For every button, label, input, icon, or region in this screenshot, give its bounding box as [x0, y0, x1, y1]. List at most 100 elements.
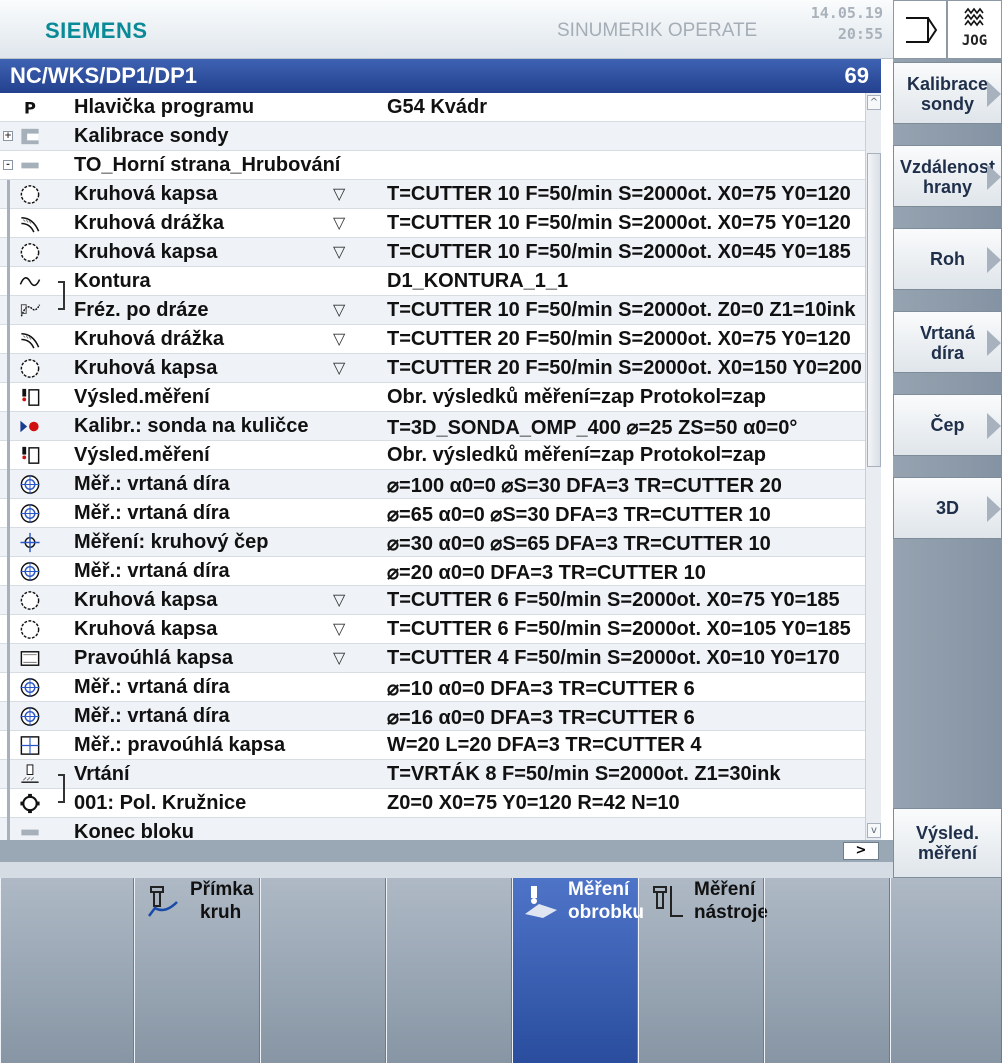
softkey-empty-3[interactable]: [386, 878, 512, 1063]
label-line: Měření: [568, 879, 630, 900]
block-icon: [18, 125, 42, 148]
softkey-empty-5[interactable]: [890, 878, 1002, 1063]
drilling-icon: [18, 763, 42, 786]
circular-pocket-icon: [18, 589, 42, 612]
jog-mode-button[interactable]: JOG: [947, 0, 1002, 59]
program-step-row[interactable]: Kruhová kapsa ▽ T=CUTTER 20 F=50/min S=200…: [0, 354, 865, 383]
program-step-row[interactable]: Pravoúhlá kapsa ▽ T=CUTTER 4 F=50/min S=20…: [0, 644, 865, 673]
step-name: Výsled.měření: [74, 386, 210, 408]
program-step-row[interactable]: Fréz. po dráze ▽ T=CUTTER 10 F=50/min S=20…: [0, 296, 865, 325]
measure-result-icon: [18, 386, 42, 409]
scroll-up-button[interactable]: ^: [867, 95, 881, 110]
tool-measure-icon: [653, 886, 683, 917]
measure-bore-icon: [18, 560, 42, 583]
softkey-label: díra: [930, 343, 964, 363]
submenu-arrow-icon: [987, 413, 1001, 439]
vertical-scrollbar[interactable]: ^ v: [865, 93, 881, 840]
probe-ball-icon: [18, 415, 42, 438]
jog-label: JOG: [961, 33, 988, 49]
softkey-measure-result[interactable]: Výsled. měření: [893, 808, 1002, 878]
program-step-row[interactable]: Kruhová kapsa ▽ T=CUTTER 10 F=50/min S=200…: [0, 238, 865, 267]
program-step-row[interactable]: 001: Pol. Kružnice Z0=0 X0=75 Y0=120 R=42…: [0, 789, 865, 818]
program-step-row[interactable]: Kruhová kapsa ▽ T=CUTTER 10 F=50/min S=200…: [0, 180, 865, 209]
step-name: Měř.: vrtaná díra: [74, 560, 230, 582]
softkey-probe-calibration[interactable]: Kalibrace sondy: [893, 62, 1002, 124]
step-parameters: T=CUTTER 4 F=50/min S=2000ot. X0=10 Y0=1…: [387, 647, 840, 669]
expand-triangle-icon[interactable]: ▽: [333, 213, 345, 233]
program-step-row[interactable]: Kruhová drážka ▽ T=CUTTER 20 F=50/min S=20…: [0, 325, 865, 354]
step-name: Měř.: pravoúhlá kapsa: [74, 734, 286, 756]
expand-triangle-icon[interactable]: ▽: [333, 329, 345, 349]
program-step-row[interactable]: P Hlavička programu G54 Kvádr: [0, 93, 865, 122]
program-step-row[interactable]: Měř.: vrtaná díra ⌀=20 α0=0 DFA=3 TR=CUTT…: [0, 557, 865, 586]
program-step-row[interactable]: Kalibr.: sonda na kuličce T=3D_SONDA_OMP_…: [0, 412, 865, 441]
program-step-row[interactable]: Měř.: vrtaná díra ⌀=100 α0=0 ⌀S=30 DFA=3 …: [0, 470, 865, 499]
program-step-row[interactable]: Měř.: vrtaná díra ⌀=16 α0=0 DFA=3 TR=CUTT…: [0, 702, 865, 731]
softkey-spigot[interactable]: Čep: [893, 394, 1002, 456]
softkey-line-circle[interactable]: Přímka kruh: [134, 878, 260, 1063]
step-name: Kruhová kapsa: [74, 183, 218, 205]
softkey-3d[interactable]: 3D: [893, 477, 1002, 539]
program-step-row[interactable]: - TO_Horní strana_Hrubování: [0, 151, 865, 180]
step-parameters: T=CUTTER 10 F=50/min S=2000ot. Z0=0 Z1=1…: [387, 299, 856, 321]
softkey-empty-1[interactable]: [0, 878, 134, 1063]
siemens-logo: SIEMENS: [45, 18, 148, 43]
expand-triangle-icon[interactable]: ▽: [333, 648, 345, 668]
expand-triangle-icon[interactable]: ▽: [333, 619, 345, 639]
collapse-icon[interactable]: -: [3, 160, 13, 170]
program-path: NC/WKS/DP1/DP1: [10, 63, 198, 88]
line-circle-icon: [148, 886, 178, 917]
scroll-right-button[interactable]: >: [843, 842, 879, 860]
program-step-row[interactable]: Konec bloku: [0, 818, 865, 840]
program-step-row[interactable]: Kontura D1_KONTURA_1_1: [0, 267, 865, 296]
expand-triangle-icon[interactable]: ▽: [333, 184, 345, 204]
softkey-workpiece-measure[interactable]: Měření obrobku: [512, 878, 644, 1063]
circular-pocket-icon: [18, 241, 42, 264]
step-name: Měření: kruhový čep: [74, 531, 269, 553]
step-parameters: ⌀=10 α0=0 DFA=3 TR=CUTTER 6: [387, 678, 695, 700]
scroll-down-button[interactable]: v: [867, 823, 881, 838]
program-step-row[interactable]: Měř.: vrtaná díra ⌀=65 α0=0 ⌀S=30 DFA=3 T…: [0, 499, 865, 528]
svg-text:P: P: [24, 98, 36, 117]
horizontal-scrollbar: >: [0, 840, 893, 862]
softkey-bore[interactable]: Vrtaná díra: [893, 311, 1002, 373]
step-name: Kruhová kapsa: [74, 589, 218, 611]
step-parameters: T=CUTTER 10 F=50/min S=2000ot. X0=75 Y0=…: [387, 212, 851, 234]
path-milling-icon: [18, 299, 42, 322]
softkey-tool-measure[interactable]: Měření nástroje: [638, 878, 768, 1063]
group-bracket: [58, 774, 65, 803]
channel-switch-button[interactable]: [893, 0, 947, 59]
submenu-arrow-icon: [987, 81, 1001, 107]
softkey-empty-4[interactable]: [764, 878, 890, 1063]
program-step-row[interactable]: Kruhová kapsa ▽ T=CUTTER 6 F=50/min S=2000…: [0, 615, 865, 644]
submenu-arrow-icon: [987, 330, 1001, 356]
step-name: Měř.: vrtaná díra: [74, 705, 230, 727]
softkey-empty-2[interactable]: [260, 878, 386, 1063]
rect-pocket-icon: [18, 647, 42, 670]
expand-triangle-icon[interactable]: ▽: [333, 242, 345, 262]
step-name: Kruhová kapsa: [74, 618, 218, 640]
workpiece-probe-icon: [525, 886, 557, 918]
program-step-row[interactable]: Výsled.měření Obr. výsledků měření=zap Pr…: [0, 383, 865, 412]
jog-wave-icon: [964, 7, 984, 27]
expand-triangle-icon[interactable]: ▽: [333, 590, 345, 610]
expand-triangle-icon[interactable]: ▽: [333, 358, 345, 378]
step-name: Výsled.měření: [74, 444, 210, 466]
softkey-corner[interactable]: Roh: [893, 228, 1002, 290]
program-step-row[interactable]: Kruhová kapsa ▽ T=CUTTER 6 F=50/min S=2000…: [0, 586, 865, 615]
line-count: 69: [844, 63, 869, 88]
program-step-row[interactable]: Kruhová drážka ▽ T=CUTTER 10 F=50/min S=20…: [0, 209, 865, 238]
program-step-list: P Hlavička programu G54 Kvádr + Kalibrace so…: [0, 93, 865, 840]
program-step-row[interactable]: Měření: kruhový čep ⌀=30 α0=0 ⌀S=65 DFA=3…: [0, 528, 865, 557]
step-name: Pravoúhlá kapsa: [74, 647, 233, 669]
program-step-row[interactable]: Výsled.měření Obr. výsledků měření=zap Pr…: [0, 441, 865, 470]
softkey-edge-distance[interactable]: Vzdálenost hrany: [893, 145, 1002, 207]
program-step-row[interactable]: + Kalibrace sondy: [0, 122, 865, 151]
measure-bore-icon: [18, 705, 42, 728]
program-step-row[interactable]: Měř.: vrtaná díra ⌀=10 α0=0 DFA=3 TR=CUTT…: [0, 673, 865, 702]
expand-triangle-icon[interactable]: ▽: [333, 300, 345, 320]
program-step-row[interactable]: Měř.: pravoúhlá kapsa W=20 L=20 DFA=3 TR=…: [0, 731, 865, 760]
expand-icon[interactable]: +: [3, 131, 13, 141]
program-step-row[interactable]: Vrtání T=VRTÁK 8 F=50/min S=2000ot. Z1=30…: [0, 760, 865, 789]
scroll-thumb[interactable]: [867, 153, 881, 467]
